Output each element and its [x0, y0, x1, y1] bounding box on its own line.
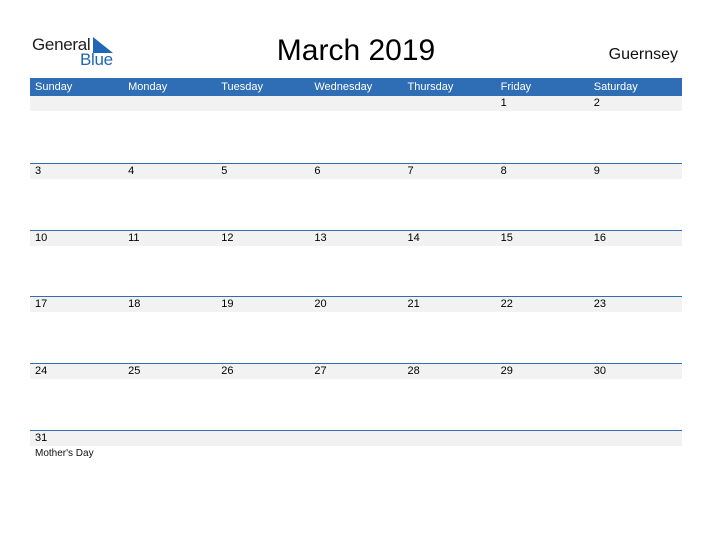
event-mothers-day: Mother's Day	[35, 448, 94, 459]
day-cell: 21	[407, 298, 420, 310]
day-cell: 20	[314, 298, 327, 310]
week-date-band: 1 2	[30, 96, 682, 111]
day-cell: 31	[35, 432, 48, 444]
day-cell	[403, 431, 496, 446]
calendar-region: Guernsey	[608, 46, 678, 63]
calendar-week: 3 4 5 6 7 8 9	[30, 163, 682, 230]
day-cell: 22	[500, 298, 513, 310]
weekday-header: Sunday Monday Tuesday Wednesday Thursday…	[30, 78, 682, 96]
calendar-week: 31 Mother's Day	[30, 430, 682, 497]
day-cell: 29	[500, 365, 513, 377]
week-date-band: 24 25 26 27 28 29 30	[30, 364, 682, 379]
day-cell	[123, 431, 216, 446]
day-cell: 6	[314, 165, 321, 177]
day-cell	[216, 431, 309, 446]
day-cell: 12	[221, 232, 234, 244]
day-cell: 1	[500, 97, 507, 109]
day-cell: 26	[221, 365, 234, 377]
day-cell: 17	[35, 298, 48, 310]
day-cell: 18	[128, 298, 141, 310]
day-cell: 3	[35, 165, 42, 177]
day-cell: 7	[407, 165, 414, 177]
weekday-tuesday: Tuesday	[221, 81, 264, 93]
day-cell: 24	[35, 365, 48, 377]
weekday-friday: Friday	[500, 81, 532, 93]
calendar-week: 10 11 12 13 14 15 16	[30, 230, 682, 297]
day-cell: 10	[35, 232, 48, 244]
weekday-monday: Monday	[128, 81, 168, 93]
calendar-week: 24 25 26 27 28 29 30	[30, 363, 682, 430]
day-cell: 25	[128, 365, 141, 377]
day-cell	[589, 431, 682, 446]
week-date-band: 3 4 5 6 7 8 9	[30, 164, 682, 179]
event-cell	[589, 447, 682, 461]
event-cell	[309, 447, 402, 461]
day-cell: 4	[128, 165, 135, 177]
day-cell	[309, 431, 402, 446]
day-cell	[309, 96, 402, 111]
weekday-thursday: Thursday	[407, 81, 454, 93]
week-date-band: 10 11 12 13 14 15 16	[30, 231, 682, 246]
day-cell: 16	[593, 232, 606, 244]
weekday-wednesday: Wednesday	[314, 81, 373, 93]
day-cell: 28	[407, 365, 420, 377]
event-cell	[403, 447, 496, 461]
week-date-band: 17 18 19 20 21 22 23	[30, 297, 682, 312]
day-cell: 5	[221, 165, 228, 177]
day-cell: 11	[128, 232, 140, 244]
calendar-week: 17 18 19 20 21 22 23	[30, 296, 682, 363]
day-cell	[403, 96, 496, 111]
weekday-sunday: Sunday	[35, 81, 73, 93]
day-cell	[123, 96, 216, 111]
day-cell: 27	[314, 365, 327, 377]
event-cell	[123, 447, 216, 461]
day-cell	[216, 96, 309, 111]
weekday-saturday: Saturday	[593, 81, 638, 93]
day-cell: 8	[500, 165, 507, 177]
week-date-band: 31	[30, 431, 682, 446]
day-cell: 30	[593, 365, 606, 377]
day-cell: 23	[593, 298, 606, 310]
day-cell: 14	[407, 232, 420, 244]
day-cell: 9	[593, 165, 600, 177]
event-cell	[496, 447, 589, 461]
week-events: Mother's Day	[30, 447, 682, 461]
day-cell: 19	[221, 298, 234, 310]
day-cell	[496, 431, 589, 446]
calendar-week: 1 2	[30, 96, 682, 163]
event-cell	[216, 447, 309, 461]
day-cell: 2	[593, 97, 600, 109]
day-cell: 15	[500, 232, 513, 244]
calendar-title: March 2019	[276, 34, 436, 67]
day-cell	[30, 96, 123, 111]
day-cell: 13	[314, 232, 327, 244]
